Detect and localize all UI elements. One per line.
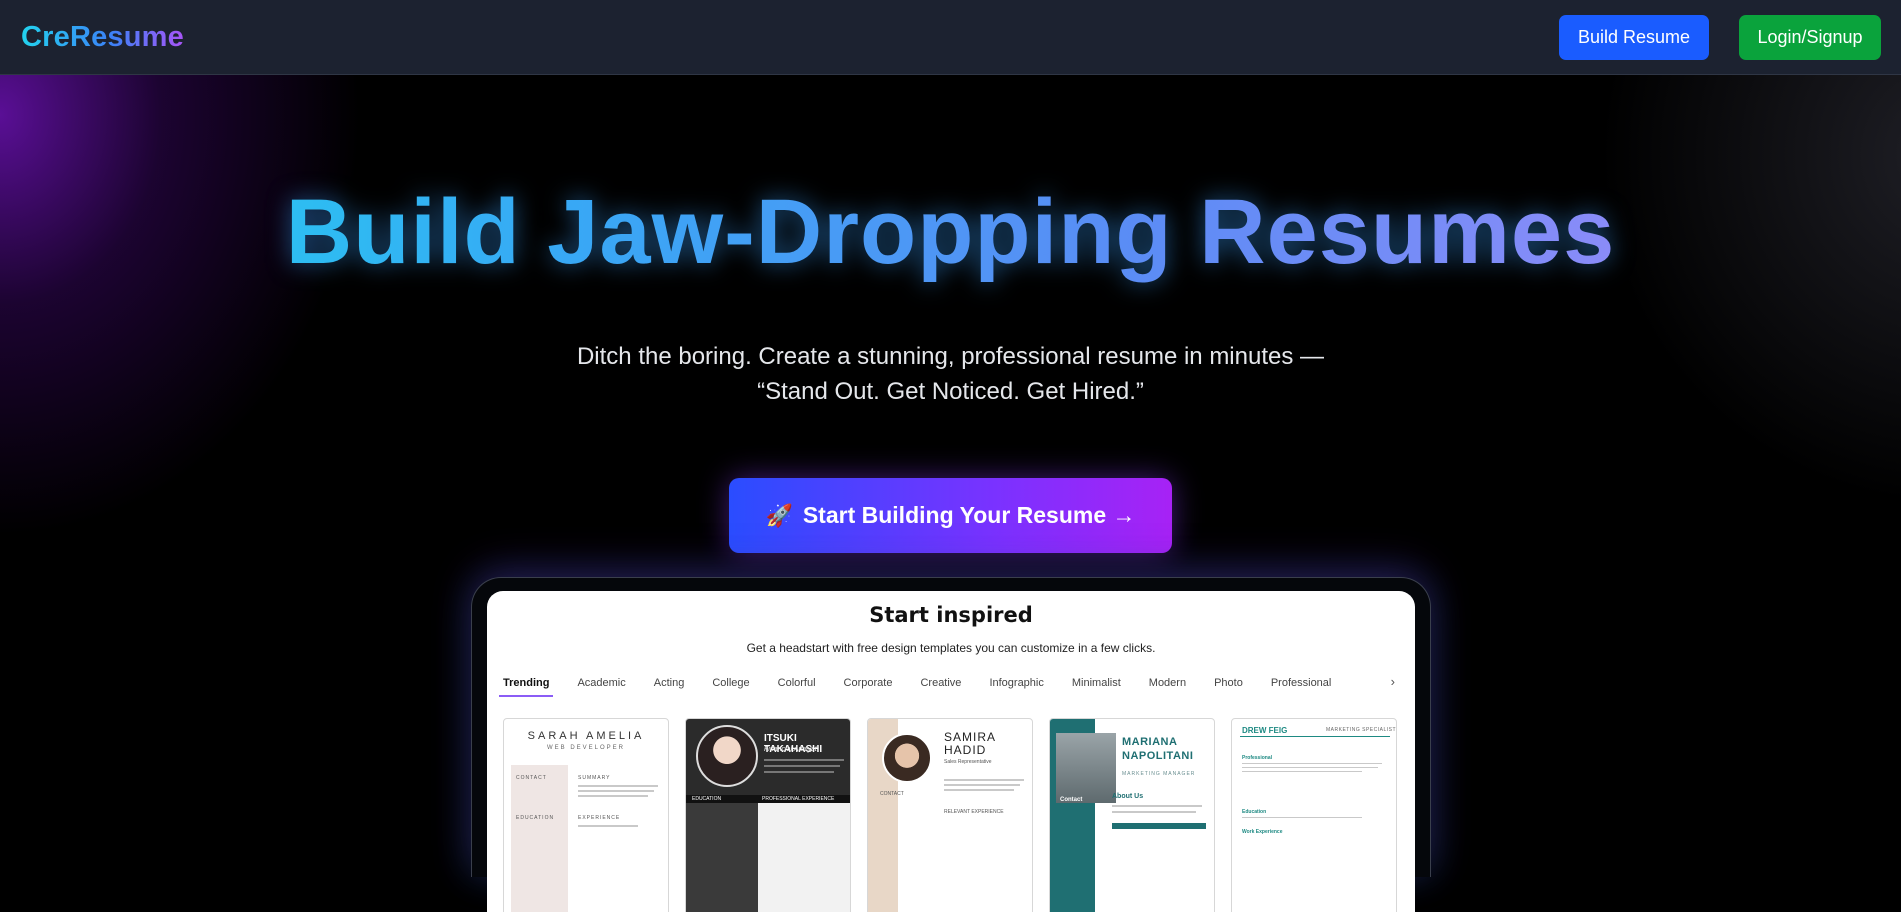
tab-creative[interactable]: Creative <box>920 677 975 689</box>
app-logo[interactable]: CreResume <box>21 21 184 54</box>
text-line <box>764 771 834 773</box>
template-body <box>758 803 850 912</box>
chevron-right-icon[interactable]: › <box>1391 674 1395 689</box>
template-role: Financial Analyst <box>764 746 817 753</box>
template-section: RELEVANT EXPERIENCE <box>944 809 1004 815</box>
template-card[interactable]: SARAH AMELIA WEB DEVELOPER CONTACT SUMMA… <box>503 718 669 912</box>
template-name-line-1: MARIANA <box>1122 736 1178 748</box>
template-section: CONTACT <box>880 791 904 797</box>
text-line <box>578 790 654 792</box>
template-card[interactable]: DREW FEIG MARKETING SPECIALIST Professio… <box>1231 718 1397 912</box>
template-name-line-2: NAPOLITANI <box>1122 750 1194 762</box>
template-section: CONTACT <box>516 775 547 781</box>
template-sidebar <box>511 765 568 912</box>
text-line <box>578 785 658 787</box>
text-line <box>764 759 844 761</box>
text-line <box>944 779 1024 781</box>
text-line <box>1112 811 1196 813</box>
template-section: Professional <box>1242 755 1273 761</box>
template-role: WEB DEVELOPER <box>546 745 625 751</box>
build-resume-button[interactable]: Build Resume <box>1559 14 1709 60</box>
template-preview-screen: Start inspired Get a headstart with free… <box>487 591 1415 912</box>
preview-title: Start inspired <box>869 603 1033 627</box>
rocket-icon: 🚀 <box>765 502 793 528</box>
nav-actions: Build Resume Login/Signup <box>1559 14 1881 60</box>
tab-minimalist[interactable]: Minimalist <box>1072 677 1135 689</box>
template-sidebar <box>686 803 758 912</box>
text-line <box>764 765 840 767</box>
text-line <box>578 795 648 797</box>
category-tabs: Trending Academic Acting College Colorfu… <box>498 670 1403 697</box>
start-building-label: Start Building Your Resume → <box>802 502 1136 528</box>
tab-college[interactable]: College <box>712 677 763 689</box>
tab-colorful[interactable]: Colorful <box>778 677 830 689</box>
start-building-button[interactable]: 🚀 Start Building Your Resume → <box>729 478 1172 553</box>
template-section: Work Experience <box>1242 829 1283 835</box>
template-name-line-2: HADID <box>944 743 987 757</box>
tab-infographic[interactable]: Infographic <box>989 677 1057 689</box>
avatar <box>1056 733 1116 803</box>
avatar <box>882 733 932 783</box>
hero-subtitle-line-2: “Stand Out. Get Noticed. Get Hired.” <box>757 378 1144 405</box>
template-cards: SARAH AMELIA WEB DEVELOPER CONTACT SUMMA… <box>503 718 1403 912</box>
template-role: MARKETING SPECIALIST <box>1326 727 1397 733</box>
text-line <box>1242 767 1378 768</box>
tab-professional[interactable]: Professional <box>1271 677 1346 689</box>
template-section: EDUCATION <box>516 815 555 821</box>
template-name: MARIANA NAPOLITANI <box>1122 735 1193 763</box>
text-line <box>1242 771 1362 772</box>
login-signup-button[interactable]: Login/Signup <box>1739 14 1881 60</box>
avatar <box>696 725 758 787</box>
text-line <box>1112 805 1202 807</box>
template-name: SARAH AMELIA <box>527 730 645 742</box>
tab-modern[interactable]: Modern <box>1149 677 1200 689</box>
hero-title: Build Jaw-Dropping Resumes <box>0 180 1901 285</box>
tab-corporate[interactable]: Corporate <box>844 677 907 689</box>
text-line <box>1242 763 1382 764</box>
tab-trending[interactable]: Trending <box>498 677 563 697</box>
template-section: About Us <box>1112 793 1144 800</box>
template-section: EXPERIENCE <box>578 815 621 821</box>
template-section: EDUCATION <box>692 796 722 802</box>
hero-subtitle-line-1: Ditch the boring. Create a stunning, pro… <box>576 343 1325 370</box>
template-section-bar <box>1112 823 1206 829</box>
template-section: Education <box>1242 809 1267 815</box>
text-line <box>944 789 1014 791</box>
template-divider <box>1240 736 1390 737</box>
top-navbar: CreResume Build Resume Login/Signup <box>0 0 1901 75</box>
template-section: PROFESSIONAL EXPERIENCE <box>762 796 835 802</box>
template-section: Contact <box>1060 797 1083 803</box>
text-line <box>578 825 638 827</box>
hero-subtitle: Ditch the boring. Create a stunning, pro… <box>0 339 1901 409</box>
template-role: Sales Representative <box>944 759 992 765</box>
text-line <box>944 784 1020 786</box>
tab-acting[interactable]: Acting <box>654 677 699 689</box>
preview-subtitle: Get a headstart with free design templat… <box>746 641 1156 655</box>
text-line <box>1242 817 1362 818</box>
template-name: SAMIRA HADID <box>944 731 996 757</box>
tab-academic[interactable]: Academic <box>577 677 639 689</box>
template-card[interactable]: MARIANA NAPOLITANI MARKETING MANAGER Con… <box>1049 718 1215 912</box>
template-section: SUMMARY <box>578 775 611 781</box>
template-card[interactable]: SAMIRA HADID Sales Representative CONTAC… <box>867 718 1033 912</box>
template-role: MARKETING MANAGER <box>1122 771 1196 777</box>
tab-photo[interactable]: Photo <box>1214 677 1257 689</box>
template-name: DREW FEIG <box>1242 726 1288 735</box>
template-card[interactable]: ITSUKI TAKAHASHI Financial Analyst EDUCA… <box>685 718 851 912</box>
